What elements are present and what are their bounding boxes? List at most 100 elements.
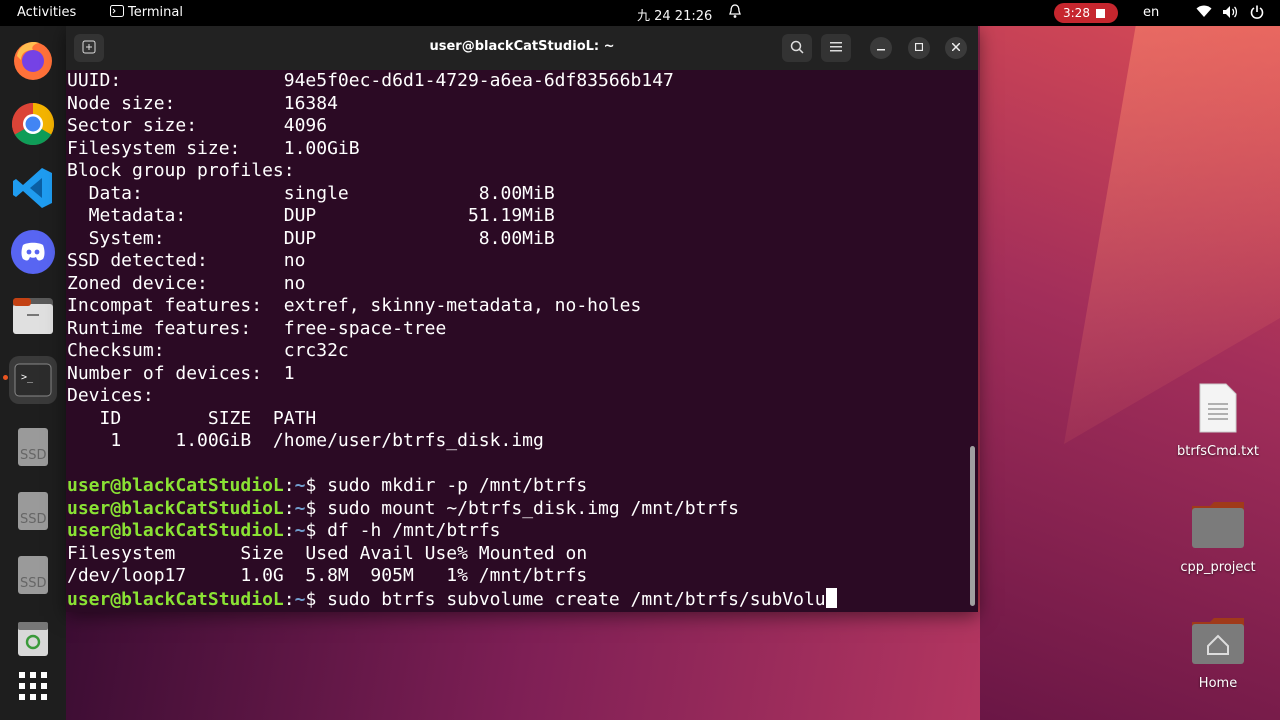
prompt-dollar: $ — [305, 588, 328, 610]
minimize-button[interactable] — [870, 37, 892, 59]
output-line: Number of devices: 1 — [67, 362, 295, 384]
output-line: Data: single 8.00MiB — [67, 182, 555, 204]
volume-icon[interactable] — [1222, 5, 1238, 23]
prompt-path: ~ — [294, 475, 306, 496]
output-line: Zoned device: no — [67, 272, 306, 294]
prompt-dollar: $ — [305, 520, 328, 541]
active-command-line[interactable]: user@blackCatStudioL:~$ sudo btrfs subvo… — [66, 587, 966, 611]
output-line: Sector size: 4096 — [67, 115, 328, 136]
hamburger-icon — [830, 42, 842, 52]
terminal-screen[interactable]: UUID: 94e5f0ec-d6d1-4729-a6ea-6df83566b1… — [66, 70, 966, 612]
output-line: Block group profiles: — [67, 160, 295, 181]
output-line: Metadata: DUP 51.19MiB — [67, 205, 555, 226]
record-time: 3:28 — [1063, 6, 1090, 20]
maximize-button[interactable] — [908, 37, 930, 59]
close-button[interactable] — [945, 37, 967, 59]
search-icon — [790, 40, 804, 54]
output-line: Checksum: crc32c — [67, 340, 349, 361]
text-cursor — [825, 587, 837, 608]
trash-icon[interactable] — [9, 614, 57, 662]
prompt-user: user@blackCatStudioL — [67, 520, 284, 541]
command-text: sudo mount ~/btrfs_disk.img /mnt/btrfs — [327, 497, 739, 519]
command-line: user@blackCatStudioL:~$ df -h /mnt/btrfs — [66, 520, 966, 543]
prompt-user: user@blackCatStudioL — [67, 588, 284, 610]
output-line: UUID: 94e5f0ec-d6d1-4729-a6ea-6df83566b1… — [67, 70, 674, 91]
folder-icon — [1192, 502, 1244, 548]
desktop-icon-label: Home — [1198, 676, 1238, 691]
home-folder-icon — [1192, 618, 1244, 664]
desktop-icon-label: cpp_project — [1180, 560, 1256, 575]
df-output-line: Filesystem Size Used Avail Use% Mounted … — [67, 542, 588, 564]
discord-icon[interactable] — [9, 228, 57, 276]
bell-icon[interactable] — [729, 4, 741, 23]
close-icon — [951, 42, 961, 52]
ssd-drive-icon-1[interactable]: SSD — [9, 422, 57, 470]
prompt-separator: : — [283, 588, 295, 610]
maximize-icon — [914, 42, 924, 52]
ssd-drive-icon-3[interactable]: SSD — [9, 550, 57, 598]
desktop-folder-cpp-project[interactable]: cpp_project — [1163, 498, 1273, 575]
prompt-path: ~ — [294, 588, 306, 610]
files-icon[interactable] — [9, 292, 57, 340]
output-line: SSD detected: no — [67, 250, 306, 271]
top-bar: Activities Terminal 九 24 21:26 3:28 en — [0, 0, 1280, 26]
minimize-icon — [877, 49, 885, 51]
activities-button[interactable]: Activities — [17, 5, 76, 20]
active-app-indicator — [3, 375, 8, 380]
output-line: Filesystem size: 1.00GiB — [67, 137, 360, 159]
prompt-path: ~ — [294, 497, 306, 519]
command-line: user@blackCatStudioL:~$ sudo mkdir -p /m… — [66, 475, 966, 498]
terminal-icon — [110, 5, 124, 17]
search-button[interactable] — [782, 34, 812, 62]
prompt-path: ~ — [294, 520, 306, 541]
title-bar[interactable]: user@blackCatStudioL: ~ — [66, 26, 978, 70]
text-file-icon — [1199, 383, 1237, 433]
command-text: sudo mkdir -p /mnt/btrfs — [327, 475, 588, 496]
ssd-label: SSD — [20, 448, 47, 463]
desktop-file-btrfscmd[interactable]: btrfsCmd.txt — [1163, 382, 1273, 459]
svg-text:>_: >_ — [21, 372, 34, 383]
wifi-icon[interactable] — [1196, 5, 1212, 22]
terminal-app-menu[interactable]: Terminal — [110, 5, 183, 20]
prompt-separator: : — [283, 497, 295, 519]
df-output-line: /dev/loop17 1.0G 5.8M 905M 1% /mnt/btrfs — [67, 565, 588, 586]
desktop-icon-label: btrfsCmd.txt — [1176, 444, 1260, 459]
desktop-folder-home[interactable]: Home — [1163, 614, 1273, 691]
show-apps-icon[interactable] — [9, 662, 57, 710]
chrome-icon[interactable] — [9, 100, 57, 148]
firefox-icon[interactable] — [9, 36, 57, 84]
command-text: df -h /mnt/btrfs — [327, 520, 501, 541]
prompt-separator: : — [283, 520, 295, 541]
output-line: Incompat features: extref, skinny-metada… — [67, 295, 642, 316]
screen-recording-indicator[interactable]: 3:28 — [1054, 3, 1118, 23]
wallpaper-bottom — [66, 612, 980, 720]
ssd-drive-icon-2[interactable]: SSD — [9, 486, 57, 534]
dock: >_ SSD SSD SSD — [0, 26, 66, 720]
ssd-label: SSD — [20, 512, 47, 527]
output-line: 1 1.00GiB /home/user/btrfs_disk.img — [67, 430, 544, 451]
ssd-label: SSD — [20, 576, 47, 591]
language-indicator[interactable]: en — [1143, 5, 1159, 20]
clock[interactable]: 九 24 21:26 — [637, 5, 712, 24]
prompt-user: user@blackCatStudioL — [67, 475, 284, 496]
prompt-dollar: $ — [305, 497, 328, 519]
menu-button[interactable] — [821, 34, 851, 62]
app-name: Terminal — [128, 5, 183, 20]
output-line: Devices: — [67, 385, 154, 406]
current-command-input[interactable]: sudo btrfs subvolume create /mnt/btrfs/s… — [327, 589, 826, 610]
output-line: Node size: 16384 — [67, 92, 338, 114]
vscode-icon[interactable] — [9, 164, 57, 212]
output-line: ID SIZE PATH — [67, 407, 317, 429]
terminal-dock-icon[interactable]: >_ — [9, 356, 57, 404]
command-line: user@blackCatStudioL:~$ sudo mount ~/btr… — [66, 498, 966, 521]
prompt-dollar: $ — [305, 475, 328, 496]
scrollbar[interactable] — [970, 446, 975, 606]
power-icon[interactable] — [1250, 5, 1264, 23]
terminal-window[interactable]: user@blackCatStudioL: ~ UUID: 94e5f0ec-d… — [66, 26, 978, 612]
output-line: Runtime features: free-space-tree — [67, 317, 447, 339]
output-line: System: DUP 8.00MiB — [67, 227, 555, 249]
stop-icon — [1095, 9, 1105, 18]
prompt-separator: : — [283, 475, 295, 496]
prompt-user: user@blackCatStudioL — [67, 497, 284, 519]
